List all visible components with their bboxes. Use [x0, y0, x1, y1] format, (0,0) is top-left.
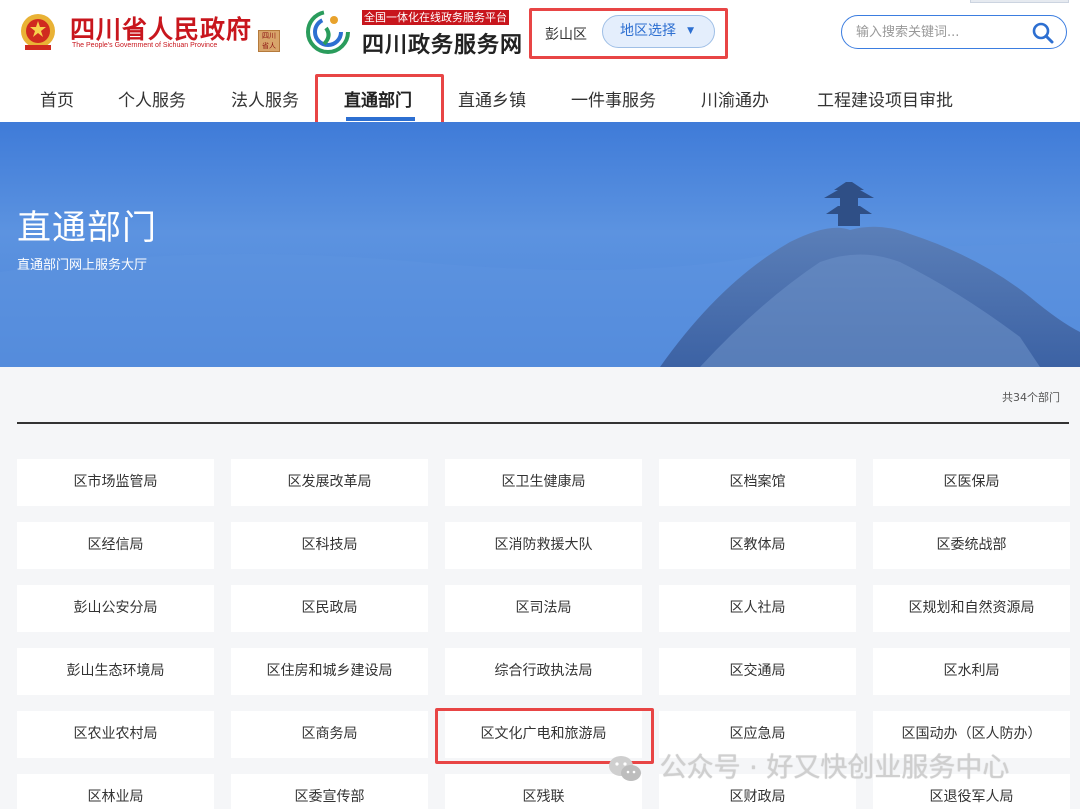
mountain-pavilion-illustration — [0, 182, 1080, 367]
section-divider — [17, 422, 1069, 424]
department-card[interactable]: 彭山生态环境局 — [17, 648, 214, 695]
department-card[interactable]: 区水利局 — [873, 648, 1070, 695]
government-name-english: The People's Government of Sichuan Provi… — [72, 42, 218, 49]
watermark: 公众号 · 好又快创业服务中心 — [607, 748, 1009, 788]
department-card[interactable]: 彭山公安分局 — [17, 585, 214, 632]
page-title: 直通部门 — [17, 208, 157, 248]
search-box — [841, 15, 1067, 49]
department-card[interactable]: 区人社局 — [659, 585, 856, 632]
platform-tag: 全国一体化在线政务服务平台 — [362, 10, 509, 25]
search-input[interactable] — [856, 16, 1026, 48]
department-count: 共34个部门 — [1002, 391, 1060, 404]
page-subtitle: 直通部门网上服务大厅 — [17, 258, 148, 273]
department-card[interactable]: 区医保局 — [873, 459, 1070, 506]
wechat-icon — [609, 755, 641, 781]
department-card[interactable]: 区林业局 — [17, 774, 214, 809]
department-card[interactable]: 区商务局 — [231, 711, 428, 758]
department-card[interactable]: 区发展改革局 — [231, 459, 428, 506]
watermark-text: 公众号 · 好又快创业服务中心 — [659, 752, 1010, 784]
site-header: 四川省人民政府 The People's Government of Sichu… — [0, 0, 1080, 122]
nav-home[interactable]: 首页 — [40, 86, 74, 111]
department-card[interactable]: 区住房和城乡建设局 — [231, 648, 428, 695]
search-icon[interactable] — [1032, 22, 1054, 44]
nav-direct-towns[interactable]: 直通乡镇 — [458, 86, 526, 111]
department-card[interactable]: 区委统战部 — [873, 522, 1070, 569]
top-tab-handle[interactable] — [970, 0, 1069, 3]
department-card[interactable]: 区科技局 — [231, 522, 428, 569]
page-banner: 直通部门 直通部门网上服务大厅 — [0, 122, 1080, 367]
government-name[interactable]: 四川省人民政府 — [70, 10, 252, 46]
department-card[interactable]: 区民政局 — [231, 585, 428, 632]
department-card[interactable]: 区农业农村局 — [17, 711, 214, 758]
department-card[interactable]: 区规划和自然资源局 — [873, 585, 1070, 632]
nav-personal-services[interactable]: 个人服务 — [118, 86, 186, 111]
department-card[interactable]: 区档案馆 — [659, 459, 856, 506]
main-nav: 首页 个人服务 法人服务 直通部门 直通乡镇 一件事服务 川渝通办 工程建设项目… — [0, 76, 1080, 122]
page: 四川省人民政府 The People's Government of Sichu… — [0, 0, 1080, 809]
department-card[interactable]: 区交通局 — [659, 648, 856, 695]
department-card[interactable]: 区卫生健康局 — [445, 459, 642, 506]
sichuan-service-logo-icon — [306, 10, 350, 54]
nav-one-thing-services[interactable]: 一件事服务 — [571, 86, 656, 111]
nav-sichuan-chongqing[interactable]: 川渝通办 — [701, 86, 769, 111]
calligraphy-seal: 四川省人民政府 — [258, 30, 280, 52]
department-card[interactable]: 区市场监管局 — [17, 459, 214, 506]
service-site-name[interactable]: 四川政务服务网 — [362, 27, 523, 59]
nav-construction-approval[interactable]: 工程建设项目审批 — [817, 86, 953, 111]
department-card[interactable]: 区教体局 — [659, 522, 856, 569]
department-card[interactable]: 区委宣传部 — [231, 774, 428, 809]
department-card[interactable]: 区司法局 — [445, 585, 642, 632]
department-card[interactable]: 区消防救援大队 — [445, 522, 642, 569]
department-card[interactable]: 区经信局 — [17, 522, 214, 569]
region-highlight-box — [529, 8, 728, 59]
department-card[interactable]: 综合行政执法局 — [445, 648, 642, 695]
national-emblem-icon — [21, 14, 55, 50]
nav-corporate-services[interactable]: 法人服务 — [231, 86, 299, 111]
